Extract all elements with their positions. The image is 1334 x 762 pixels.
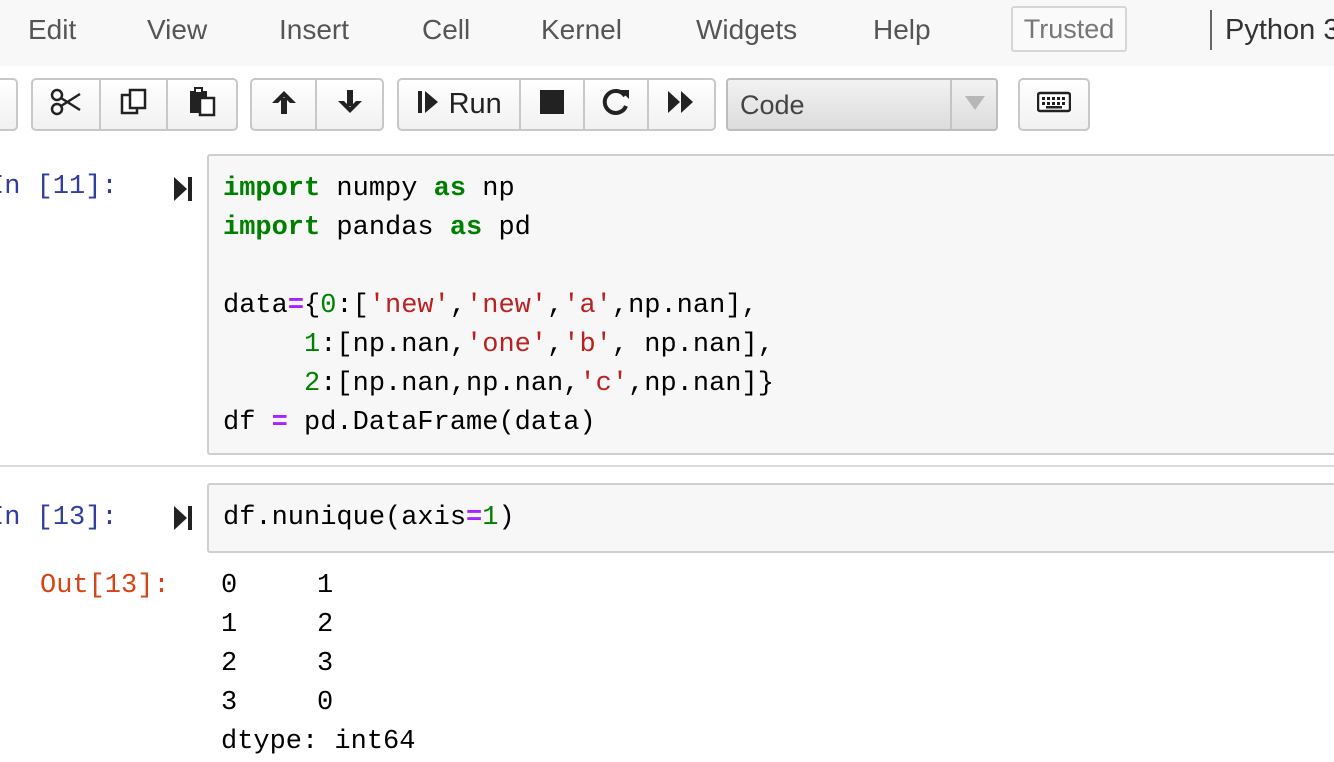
edit-button-group [31,78,238,131]
select-divider [950,80,952,129]
move-up-button[interactable] [252,80,318,129]
run-label: Run [448,88,502,120]
save-button[interactable] [0,80,16,129]
move-button-group [250,78,384,131]
keyboard-button-group [1018,78,1090,131]
cell-divider [0,465,1334,467]
code-line: df.nunique(axis=1) [223,503,515,533]
cell-type-value: Code [740,90,805,120]
code-text[interactable]: import numpy as np import pandas as pd d… [223,170,774,443]
code-line: data={0:['new','new','a',np.nan], [223,291,758,321]
kernel-separator [1210,10,1212,50]
code-editor[interactable]: import numpy as np import pandas as pd d… [207,154,1334,455]
trusted-badge[interactable]: Trusted [1011,6,1127,52]
menu-cell[interactable]: Cell [422,14,470,46]
run-button[interactable]: Run [399,80,522,129]
interrupt-button[interactable] [521,80,585,129]
menubar: Edit View Insert Cell Kernel Widgets Hel… [0,0,1334,67]
output-value: 0 [317,688,334,718]
code-editor[interactable]: df.nunique(axis=1) [207,483,1334,553]
output-index: 2 [221,649,238,679]
output-row: 01 [221,567,415,606]
output-value: 1 [317,571,334,601]
output-value: 2 [317,610,334,640]
restart-button[interactable] [585,80,649,129]
copy-button[interactable] [101,80,169,129]
run-cell-icon[interactable] [172,505,194,536]
menu-view[interactable]: View [147,14,207,46]
menu-help[interactable]: Help [873,14,931,46]
output-row: 12 [221,606,415,645]
copy-icon [119,87,149,122]
menu-insert[interactable]: Insert [279,14,349,46]
code-text[interactable]: df.nunique(axis=1) [223,499,515,538]
run-all-button[interactable] [649,80,714,129]
input-prompt: In [13]: [0,503,118,533]
restart-icon [601,87,631,122]
interrupt-icon [539,89,565,120]
output-row: 23 [221,645,415,684]
cut-button[interactable] [33,80,101,129]
code-line: 2:[np.nan,np.nan,'c',np.nan]} [304,369,774,399]
code-line: df = pd.DataFrame(data) [223,408,596,438]
run-button-group: Run [397,78,716,131]
output-index: 0 [221,571,238,601]
code-line: import numpy as np [223,174,515,204]
chevron-down-icon [965,96,985,110]
code-line: import pandas as pd [223,213,531,243]
cell-type-select[interactable]: Code [726,78,998,131]
move-up-icon [270,88,298,121]
output-dtype: dtype: int64 [221,727,416,757]
keyboard-icon [1036,91,1072,118]
run-cell-icon[interactable] [172,176,194,207]
kernel-indicator[interactable]: Python 3 [1225,14,1334,47]
output-index: 1 [221,610,238,640]
run-icon [417,88,439,121]
toolbar: Run Code [0,66,1334,146]
move-down-button[interactable] [317,80,382,129]
fast-forward-icon [666,89,696,120]
cut-icon [50,88,82,121]
menu-edit[interactable]: Edit [28,14,76,46]
menu-widgets[interactable]: Widgets [696,14,797,46]
paste-icon [187,87,217,122]
move-down-icon [336,88,364,121]
input-prompt: In [11]: [0,172,118,202]
menu-kernel[interactable]: Kernel [541,14,622,46]
save-button-group [0,78,18,131]
keyboard-shortcuts-button[interactable] [1020,80,1088,129]
output-prompt: Out[13]: [40,571,170,601]
paste-button[interactable] [168,80,236,129]
output-value: 3 [317,649,334,679]
output-area: 01 12 23 30 dtype: int64 [221,567,415,762]
output-index: 3 [221,688,238,718]
code-line: 1:[np.nan,'one','b', np.nan], [304,330,774,360]
output-row: 30 [221,684,415,723]
